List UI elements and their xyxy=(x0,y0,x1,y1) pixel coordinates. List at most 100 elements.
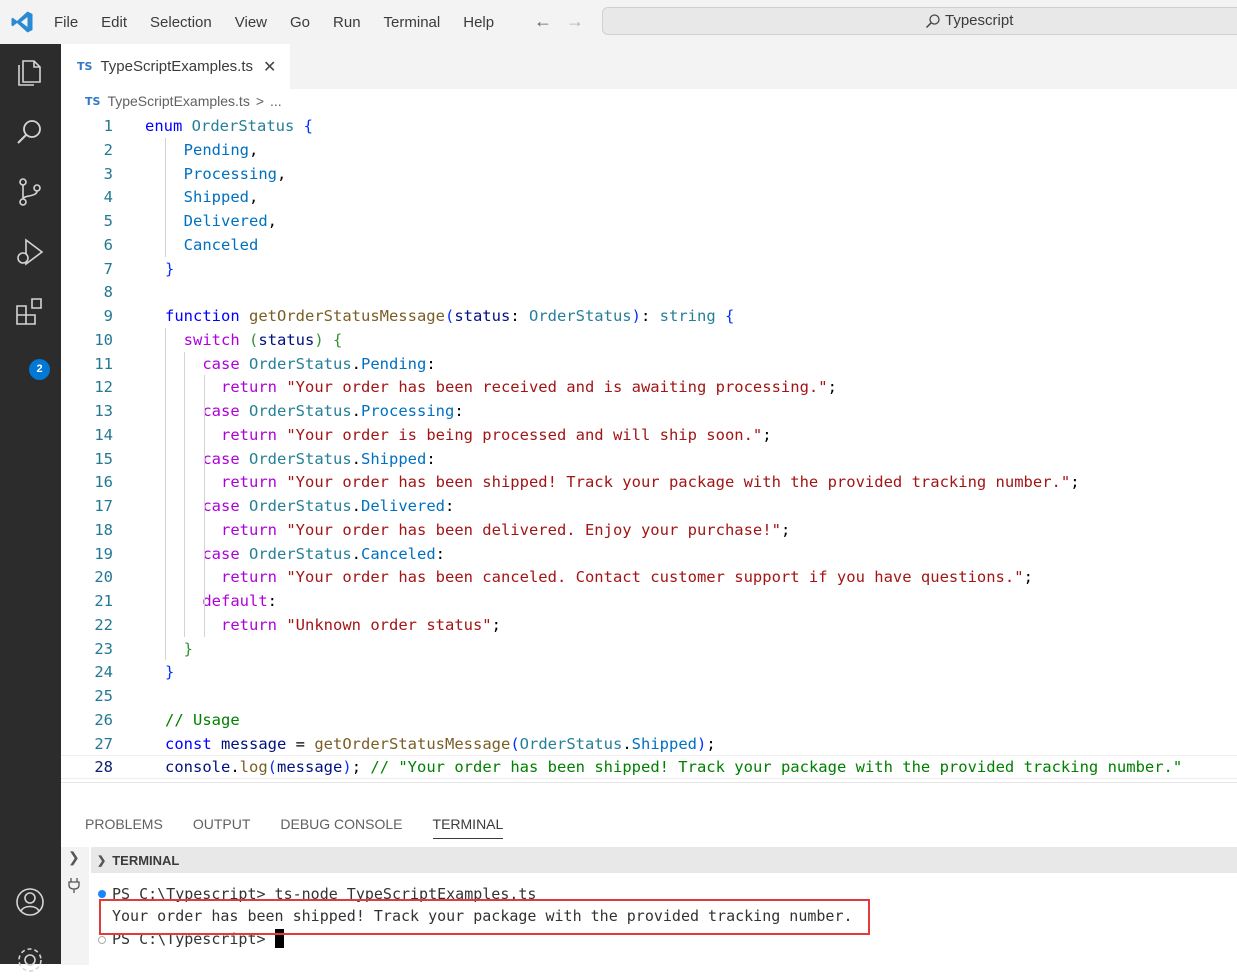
line-number: 16 xyxy=(94,473,113,492)
code-text: } xyxy=(165,259,175,278)
code-text: return "Your order has been canceled. Co… xyxy=(221,568,1033,587)
code-text: enum OrderStatus { xyxy=(145,117,314,135)
forward-arrow-icon[interactable]: → xyxy=(566,11,584,32)
run-debug-icon[interactable] xyxy=(14,236,46,268)
code-line[interactable]: 16 return "Your order has been shipped! … xyxy=(61,470,1237,494)
command-pending-dot[interactable] xyxy=(98,936,106,944)
command-center[interactable]: Typescript xyxy=(602,7,1237,35)
plug-icon[interactable] xyxy=(67,877,81,893)
code-line[interactable]: 14 return "Your order is being processed… xyxy=(61,423,1237,447)
code-text: case OrderStatus.Shipped: xyxy=(202,449,436,468)
tab-terminal[interactable]: TERMINAL xyxy=(432,816,504,839)
code-text: case OrderStatus.Pending: xyxy=(202,354,436,373)
code-line[interactable]: 15 case OrderStatus.Shipped: xyxy=(61,447,1237,471)
indent-guide xyxy=(165,137,166,257)
menu-help[interactable]: Help xyxy=(463,14,494,31)
line-number: 19 xyxy=(94,544,113,563)
code-line[interactable]: 18 return "Your order has been delivered… xyxy=(61,518,1237,542)
output-highlight-box xyxy=(99,899,870,935)
code-line[interactable]: 26 // Usage xyxy=(61,708,1237,732)
code-text: return "Your order is being processed an… xyxy=(221,425,772,444)
code-text: console.log(message); // "Your order has… xyxy=(165,758,1183,777)
code-line[interactable]: 3 Processing, xyxy=(61,162,1237,186)
terminal-sidebar: ❯ xyxy=(61,847,89,965)
line-number: 28 xyxy=(94,758,113,777)
back-arrow-icon[interactable]: ← xyxy=(534,11,552,32)
menu-terminal[interactable]: Terminal xyxy=(384,14,441,31)
code-line[interactable]: 5 Delivered, xyxy=(61,209,1237,233)
line-number: 24 xyxy=(94,663,113,682)
indent-guide xyxy=(184,351,185,637)
line-number: 25 xyxy=(94,687,113,705)
line-number: 6 xyxy=(103,235,113,254)
menu-bar: File Edit Selection View Go Run Terminal Help xyxy=(54,0,517,44)
command-success-dot[interactable] xyxy=(98,890,106,898)
vscode-logo-icon xyxy=(11,11,33,33)
code-line[interactable]: 13 case OrderStatus.Processing: xyxy=(61,399,1237,423)
code-line[interactable]: 25 xyxy=(61,684,1237,708)
tab-typescriptexamples[interactable]: TS TypeScriptExamples.ts ✕ xyxy=(61,44,290,89)
account-icon[interactable] xyxy=(14,886,46,918)
breadcrumb-more[interactable]: ... xyxy=(270,93,282,109)
tab-output[interactable]: OUTPUT xyxy=(193,816,251,839)
code-line[interactable]: 4 Shipped, xyxy=(61,185,1237,209)
code-text: return "Your order has been received and… xyxy=(221,378,837,397)
menu-view[interactable]: View xyxy=(235,14,267,31)
close-icon[interactable]: ✕ xyxy=(263,57,276,77)
code-line[interactable]: 17 case OrderStatus.Delivered: xyxy=(61,494,1237,518)
code-line[interactable]: 19 case OrderStatus.Canceled: xyxy=(61,542,1237,566)
code-text: const message = getOrderStatusMessage(Or… xyxy=(165,734,716,753)
code-text: return "Your order has been shipped! Tra… xyxy=(221,473,1080,492)
code-line[interactable]: 1 enum OrderStatus { xyxy=(61,114,1237,138)
tab-problems[interactable]: PROBLEMS xyxy=(85,816,163,839)
line-number: 4 xyxy=(103,188,113,207)
line-number: 7 xyxy=(103,259,113,278)
menu-edit[interactable]: Edit xyxy=(101,14,127,31)
code-line[interactable]: 27 const message = getOrderStatusMessage(… xyxy=(61,732,1237,756)
code-text: return "Your order has been delivered. E… xyxy=(221,520,791,539)
code-text: function getOrderStatusMessage(status: O… xyxy=(165,307,735,325)
chevron-right-icon[interactable]: ❯ xyxy=(68,849,80,866)
code-line[interactable]: 24} xyxy=(61,660,1237,684)
indent-guide xyxy=(204,375,205,637)
line-number: 23 xyxy=(94,639,113,658)
menu-run[interactable]: Run xyxy=(333,14,361,31)
search-sidebar-icon[interactable] xyxy=(14,116,46,148)
code-line[interactable]: 11 case OrderStatus.Pending: xyxy=(61,352,1237,376)
breadcrumb-file[interactable]: TypeScriptExamples.ts xyxy=(107,93,249,109)
code-line[interactable]: 12 return "Your order has been received … xyxy=(61,375,1237,399)
source-control-icon[interactable] xyxy=(14,176,46,208)
extensions-icon[interactable] xyxy=(14,296,46,328)
code-line[interactable]: 8 xyxy=(61,280,1237,304)
code-line[interactable]: 6 Canceled xyxy=(61,233,1237,257)
line-number: 20 xyxy=(94,568,113,587)
line-number: 17 xyxy=(94,497,113,515)
code-text: switch (status) { xyxy=(183,330,343,349)
menu-selection[interactable]: Selection xyxy=(150,14,212,31)
menu-go[interactable]: Go xyxy=(290,14,310,31)
code-line[interactable]: 28 console.log(message); // "Your order h… xyxy=(61,755,1237,780)
terminal-header[interactable]: ❯ TERMINAL xyxy=(91,847,1237,873)
command-center-label: Typescript xyxy=(945,12,1014,29)
breadcrumb: TS TypeScriptExamples.ts > ... xyxy=(85,93,282,109)
code-line[interactable]: 21 default: xyxy=(61,589,1237,613)
chevron-down-icon[interactable]: ❯ xyxy=(97,854,106,867)
activity-bar: 2 xyxy=(0,44,61,972)
explorer-icon[interactable] xyxy=(14,56,46,88)
code-editor[interactable]: 1 enum OrderStatus {2 Pending, 3 Processin… xyxy=(61,114,1237,782)
code-line[interactable]: 7} xyxy=(61,257,1237,281)
code-line[interactable]: 23 } xyxy=(61,637,1237,661)
code-text: Shipped, xyxy=(183,188,259,207)
code-text: case OrderStatus.Delivered: xyxy=(202,497,455,515)
menu-file[interactable]: File xyxy=(54,14,78,31)
manage-gear-icon[interactable] xyxy=(14,944,46,976)
code-line[interactable]: 22 return "Unknown order status"; xyxy=(61,613,1237,637)
tab-debug-console[interactable]: DEBUG CONSOLE xyxy=(280,816,402,839)
code-line[interactable]: 20 return "Your order has been canceled.… xyxy=(61,565,1237,589)
code-line[interactable]: 10 switch (status) { xyxy=(61,328,1237,352)
code-line[interactable]: 2 Pending, xyxy=(61,138,1237,162)
line-number: 18 xyxy=(94,520,113,539)
code-text: Pending, xyxy=(183,140,259,159)
line-number: 8 xyxy=(103,283,113,302)
code-line[interactable]: 9 function getOrderStatusMessage(status: … xyxy=(61,304,1237,328)
